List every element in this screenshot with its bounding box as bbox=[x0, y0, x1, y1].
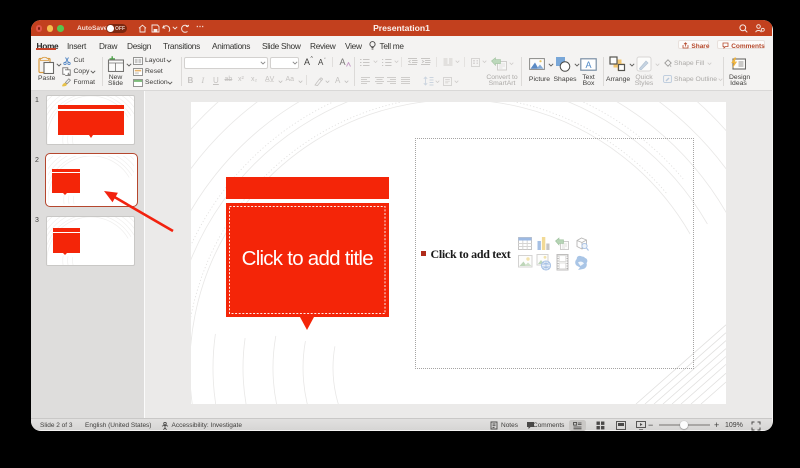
svg-text:A: A bbox=[586, 60, 592, 70]
